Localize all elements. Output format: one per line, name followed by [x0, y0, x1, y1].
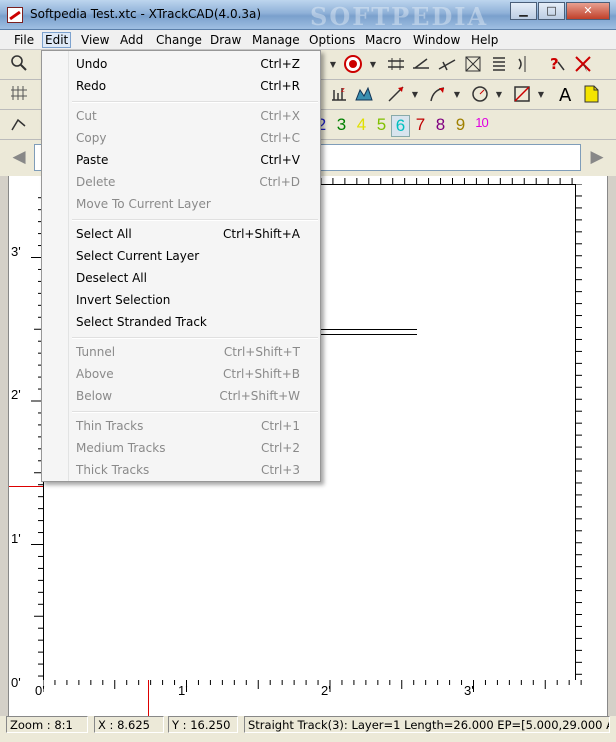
note-icon[interactable]	[580, 84, 602, 106]
watermark: SOFTPEDIA	[310, 2, 489, 31]
layer-3-button[interactable]: 3	[332, 115, 351, 137]
right-ruler	[576, 184, 582, 675]
menu-help[interactable]: Help	[468, 32, 501, 48]
menu-item-move-to-current-layer[interactable]: Move To Current Layer	[44, 193, 318, 215]
menu-item-thick-tracks[interactable]: Thick Tracks Ctrl+3	[44, 459, 318, 481]
menu-item-cut[interactable]: Cut Ctrl+X	[44, 105, 318, 127]
status-bar: Zoom : 8:1 X : 8.625 Y : 16.250 Straight…	[0, 716, 616, 742]
layer-4-button[interactable]: 4	[352, 115, 371, 137]
menu-item-redo[interactable]: Redo Ctrl+R	[44, 75, 318, 97]
x-axis-label: 0'	[35, 683, 45, 698]
draw-line-icon[interactable]	[385, 84, 407, 106]
menu-item-undo[interactable]: Undo Ctrl+Z	[44, 53, 318, 75]
menu-change[interactable]: Change	[153, 32, 205, 48]
x-coordinate: X : 8.625	[94, 716, 164, 733]
menu-item-thin-tracks[interactable]: Thin Tracks Ctrl+1	[44, 415, 318, 437]
svg-text:?: ?	[550, 55, 559, 73]
layer-9-button[interactable]: 9	[451, 115, 470, 137]
menu-item-medium-tracks[interactable]: Medium Tracks Ctrl+2	[44, 437, 318, 459]
help-icon[interactable]: ?	[545, 54, 567, 76]
menu-item-tunnel[interactable]: Tunnel Ctrl+Shift+T	[44, 341, 318, 363]
snap-icon[interactable]	[8, 114, 30, 136]
close-button[interactable]: ✕	[566, 2, 610, 20]
svg-text:z: z	[341, 86, 345, 94]
menu-item-select-all[interactable]: Select All Ctrl+Shift+A	[44, 223, 318, 245]
draw-box-icon[interactable]	[511, 84, 533, 106]
draw-curve-icon[interactable]	[427, 84, 449, 106]
vertical-ruler	[31, 197, 43, 677]
minimize-button[interactable]: ▁	[510, 2, 537, 20]
y-axis-label: 2'	[11, 387, 21, 402]
status-message: Straight Track(3): Layer=1 Length=26.000…	[244, 716, 610, 733]
curve-icon[interactable]	[462, 54, 484, 76]
menu-item-deselect-all[interactable]: Deselect All	[44, 267, 318, 289]
layer-10-button[interactable]: 10	[472, 115, 491, 137]
zoom-status[interactable]: Zoom : 8:1	[6, 716, 88, 733]
layer-5-button[interactable]: 5	[372, 115, 391, 137]
layer-8-button[interactable]: 8	[431, 115, 450, 137]
chevron-down-icon[interactable]: ▼	[536, 84, 546, 106]
straight-track[interactable]	[309, 329, 417, 335]
text-icon[interactable]: A	[555, 84, 577, 106]
menu-options[interactable]: Options	[306, 32, 358, 48]
menu-separator	[72, 411, 318, 413]
y-axis-label: 0'	[11, 675, 21, 690]
x-axis-label: 1'	[178, 683, 188, 698]
menu-add[interactable]: Add	[117, 32, 146, 48]
chevron-down-icon[interactable]: ▼	[494, 84, 504, 106]
menu-edit[interactable]: Edit	[42, 32, 72, 48]
zoom-icon[interactable]	[8, 54, 30, 76]
menu-item-copy[interactable]: Copy Ctrl+C	[44, 127, 318, 149]
layer-7-button[interactable]: 7	[411, 115, 430, 137]
menu-separator	[72, 101, 318, 103]
turntable-icon[interactable]	[436, 54, 458, 76]
describe-icon[interactable]	[572, 54, 594, 76]
svg-text:A: A	[559, 85, 572, 104]
menu-manage[interactable]: Manage	[249, 32, 303, 48]
chevron-down-icon[interactable]: ▼	[410, 84, 420, 106]
y-axis-label: 3'	[11, 244, 21, 259]
menu-macro[interactable]: Macro	[362, 32, 404, 48]
scroll-right-icon[interactable]: ▶	[586, 146, 608, 168]
menu-file[interactable]: File	[11, 32, 37, 48]
x-axis-label: 3'	[464, 683, 474, 698]
draw-circle-icon[interactable]	[469, 84, 491, 106]
y-axis-label: 1'	[11, 531, 21, 546]
layer-6-button[interactable]: 6	[391, 115, 410, 137]
menu-item-delete[interactable]: Delete Ctrl+D	[44, 171, 318, 193]
menu-separator	[72, 337, 318, 339]
menu-draw[interactable]: Draw	[207, 32, 244, 48]
cursor-marker-horizontal	[9, 486, 43, 487]
profile-icon[interactable]	[353, 84, 375, 106]
edit-menu-dropdown: Undo Ctrl+Z Redo Ctrl+R Cut Ctrl+X Copy Ctrl…	[41, 50, 321, 482]
top-ruler	[309, 178, 573, 184]
y-coordinate: Y : 16.250	[168, 716, 238, 733]
stack-icon[interactable]	[488, 54, 510, 76]
elevation-icon[interactable]: z	[328, 84, 350, 106]
menu-item-above[interactable]: Above Ctrl+Shift+B	[44, 363, 318, 385]
menu-bar: File Edit View Add Change Draw Manage Op…	[0, 30, 616, 50]
menu-item-invert-selection[interactable]: Invert Selection	[44, 289, 318, 311]
menu-view[interactable]: View	[78, 32, 112, 48]
menu-item-below[interactable]: Below Ctrl+Shift+W	[44, 385, 318, 407]
chevron-down-icon[interactable]: ▼	[452, 84, 462, 106]
menu-item-select-stranded-track[interactable]: Select Stranded Track	[44, 311, 318, 333]
turnout-icon[interactable]	[410, 54, 432, 76]
grid-icon[interactable]	[8, 84, 30, 106]
menu-item-paste[interactable]: Paste Ctrl+V	[44, 149, 318, 171]
scroll-left-icon[interactable]: ◀	[8, 146, 30, 168]
menu-item-select-current-layer[interactable]: Select Current Layer	[44, 245, 318, 267]
chevron-down-icon[interactable]: ▼	[328, 54, 338, 76]
window-title: Softpedia Test.xtc - XTrackCAD(4.0.3a)	[30, 7, 262, 21]
title-bar[interactable]: Softpedia Test.xtc - XTrackCAD(4.0.3a) S…	[0, 0, 616, 31]
x-axis-label: 2'	[321, 683, 331, 698]
mirror-icon[interactable]	[514, 54, 536, 76]
maximize-button[interactable]: □	[538, 2, 565, 20]
circle-15-icon[interactable]	[342, 54, 364, 76]
parallel-icon[interactable]	[385, 54, 407, 76]
app-icon[interactable]	[7, 7, 23, 23]
menu-window[interactable]: Window	[410, 32, 463, 48]
chevron-down-icon[interactable]: ▼	[368, 54, 378, 76]
menu-separator	[72, 219, 318, 221]
